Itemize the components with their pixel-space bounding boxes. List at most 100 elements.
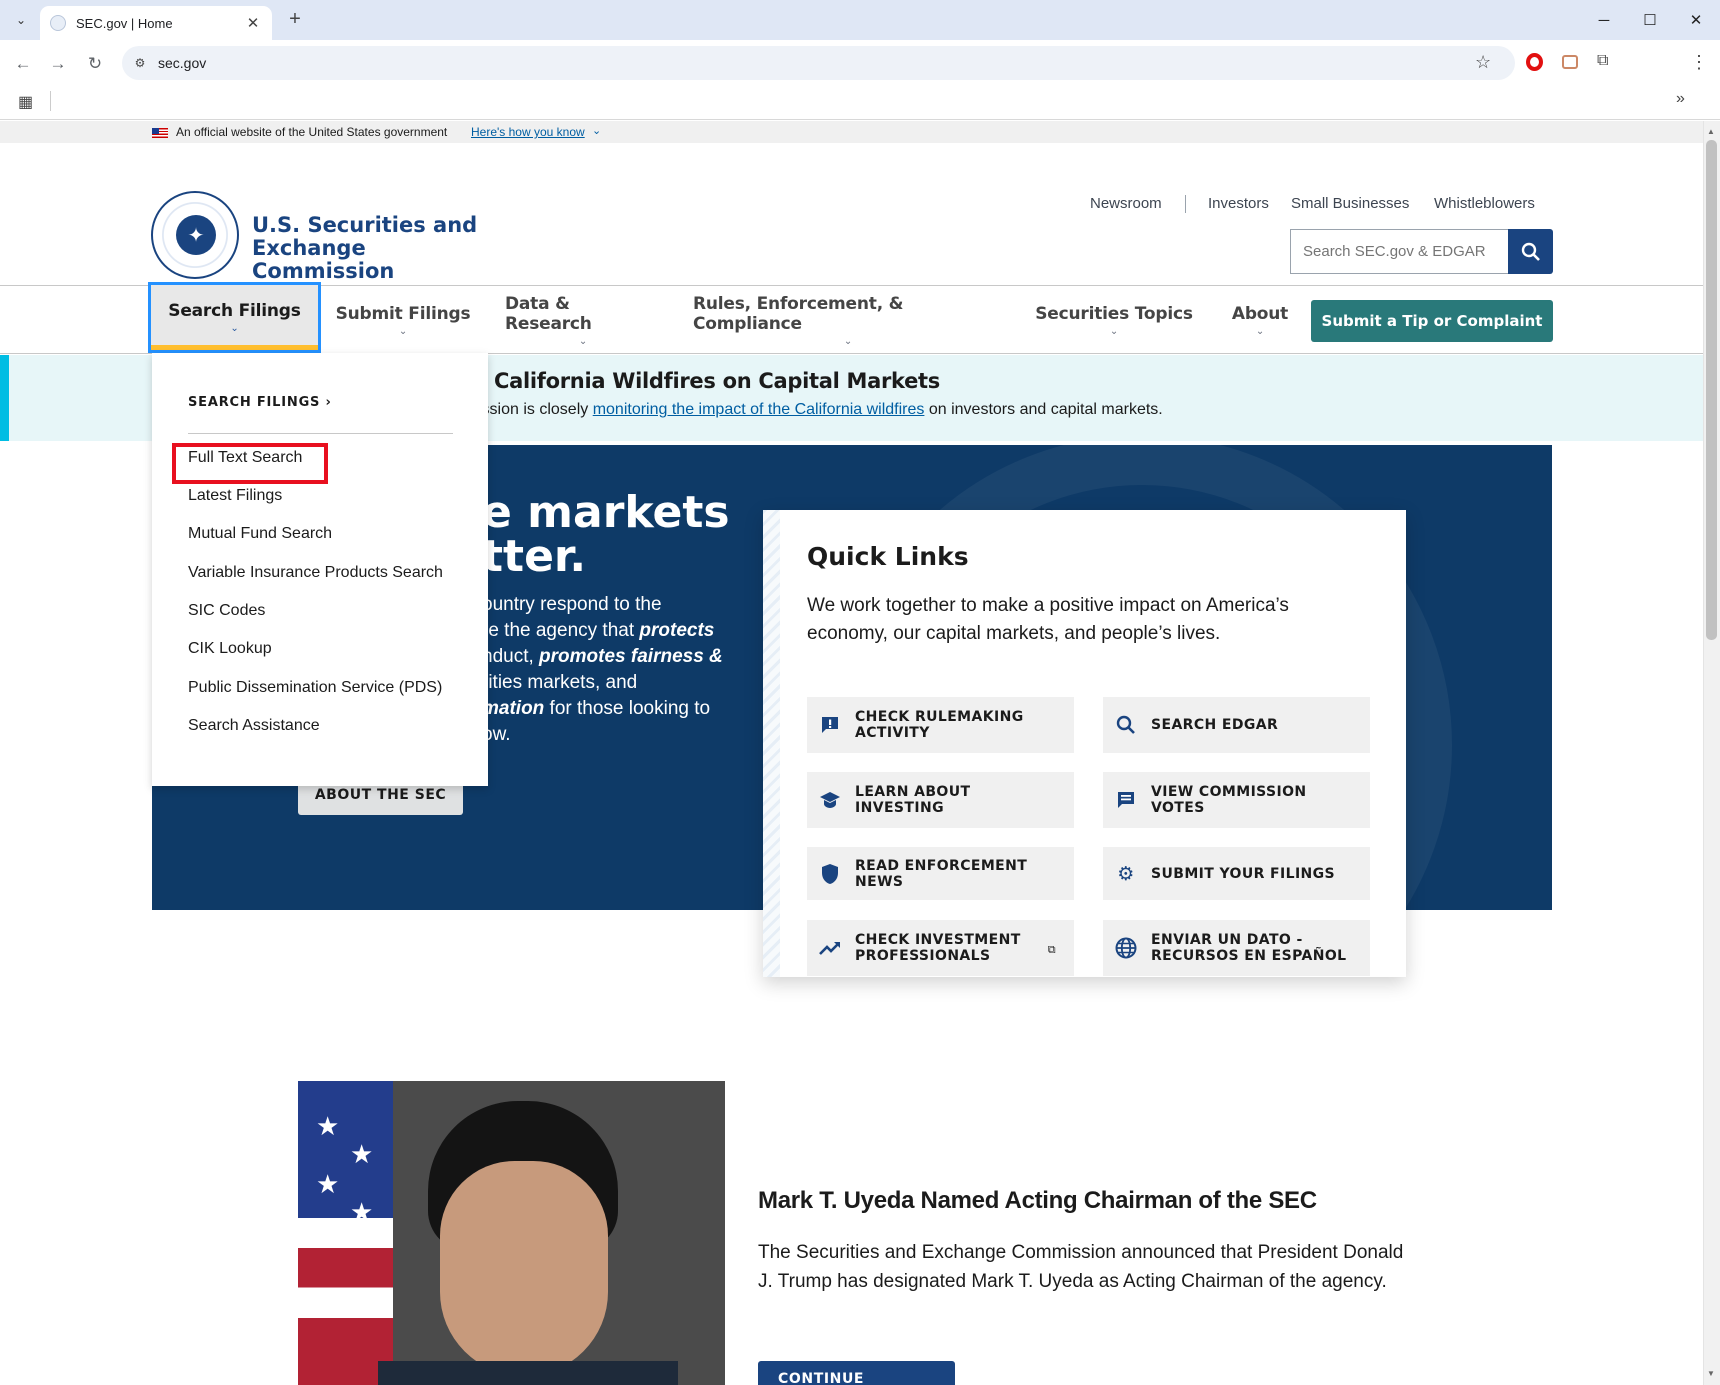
search-assistance-link[interactable]: Search Assistance (188, 717, 320, 735)
active-indicator (151, 345, 318, 350)
star-icon: ★ (350, 1139, 374, 1169)
shield-icon (818, 862, 842, 886)
close-tab-icon[interactable]: ✕ (244, 14, 262, 32)
quick-link-commission-votes[interactable]: VIEW COMMISSION VOTES (1103, 772, 1370, 828)
quick-link-learn-investing[interactable]: LEARN ABOUT INVESTING (807, 772, 1074, 828)
submit-tip-button[interactable]: Submit a Tip or Complaint (1311, 300, 1553, 342)
nav-label: About (1231, 303, 1289, 324)
forward-icon[interactable]: → (47, 53, 69, 75)
nav-securities-topics[interactable]: Securities Topics ⌄ (1033, 286, 1195, 354)
nav-data-research[interactable]: Data & Research ⌄ (505, 286, 661, 354)
whistleblowers-link[interactable]: Whistleblowers (1434, 195, 1535, 212)
address-bar[interactable] (122, 46, 1515, 80)
chevron-down-icon: ⌄ (1255, 325, 1265, 337)
site-info-icon[interactable]: ⚙ (131, 54, 149, 72)
scroll-up-icon[interactable]: ▲ (1707, 127, 1715, 136)
quick-link-label: CHECK RULEMAKING ACTIVITY (855, 709, 1024, 741)
quick-link-enforcement-news[interactable]: READ ENFORCEMENT NEWS (807, 847, 1074, 900)
quick-link-investment-professionals[interactable]: CHECK INVESTMENT PROFESSIONALS ⧉ (807, 920, 1074, 976)
nav-label: Submit Filings (335, 303, 471, 324)
search-button[interactable] (1508, 229, 1553, 274)
tab-search-icon[interactable]: ⌄ (8, 8, 34, 32)
apps-grid-icon[interactable]: ▦ (18, 92, 33, 112)
scroll-down-icon[interactable]: ▼ (1707, 1369, 1715, 1378)
star-icon: ★ (316, 1169, 340, 1199)
tab-title: SEC.gov | Home (76, 15, 173, 31)
gov-banner: An official website of the United States… (0, 121, 1703, 143)
chevron-down-icon: ⌄ (398, 325, 408, 337)
puzzle-icon[interactable]: ⧉ (1597, 52, 1608, 70)
quick-link-espanol[interactable]: ENVIAR UN DATO - RECURSOS EN ESPAÑOL (1103, 920, 1370, 976)
web-page: An official website of the United States… (0, 121, 1703, 1385)
site-title[interactable]: U.S. Securities and Exchange Commission (252, 214, 512, 283)
quick-link-label: READ ENFORCEMENT NEWS (855, 857, 1028, 890)
how-you-know-link[interactable]: Here's how you know (471, 125, 585, 139)
comment-icon (1114, 788, 1138, 812)
nav-label: Search Filings (168, 301, 301, 321)
quick-link-label: SUBMIT YOUR FILINGS (1151, 865, 1336, 882)
opera-extension-icon[interactable] (1526, 53, 1543, 71)
continue-reading-button[interactable]: CONTINUE READING (758, 1361, 955, 1385)
us-flag-icon (152, 128, 168, 138)
external-link-icon: ⧉ (1047, 943, 1056, 956)
quick-link-rulemaking[interactable]: CHECK RULEMAKING ACTIVITY (807, 697, 1074, 753)
alert-text-start: ission is closely (478, 401, 593, 418)
sec-seal-logo[interactable]: ✦ (151, 191, 239, 279)
quick-link-label: LEARN ABOUT INVESTING (855, 784, 971, 816)
menu-kebab-icon[interactable]: ⋮ (1690, 52, 1708, 73)
star-icon: ★ (350, 1197, 374, 1227)
pds-link[interactable]: Public Dissemination Service (PDS) (188, 679, 442, 697)
sec-favicon-icon (50, 15, 66, 31)
announcement-icon (818, 713, 842, 737)
site-header: ✦ U.S. Securities and Exchange Commissio… (0, 143, 1703, 286)
site-search-input[interactable] (1290, 229, 1508, 274)
nav-search-filings[interactable]: Search Filings ⌄ (148, 282, 321, 353)
reload-icon[interactable]: ↻ (84, 53, 106, 75)
cik-lookup-link[interactable]: CIK Lookup (188, 640, 272, 658)
dropdown-heading-link[interactable]: SEARCH FILINGS › (188, 395, 332, 410)
news-headline[interactable]: Mark T. Uyeda Named Acting Chairman of t… (758, 1187, 1317, 1215)
quick-link-search-edgar[interactable]: SEARCH EDGAR (1103, 697, 1370, 753)
quick-link-submit-filings[interactable]: ⚙ SUBMIT YOUR FILINGS (1103, 847, 1370, 900)
chevron-down-icon: ⌄ (230, 323, 239, 334)
extension-icon[interactable] (1562, 55, 1578, 69)
nav-label: Rules, Enforcement, & Compliance (693, 293, 904, 334)
quick-link-label: CHECK INVESTMENT PROFESSIONALS (855, 932, 1021, 964)
investors-link[interactable]: Investors (1208, 195, 1269, 212)
browser-tab[interactable]: SEC.gov | Home ✕ (40, 6, 272, 40)
search-icon (1114, 713, 1138, 737)
variable-insurance-products-link[interactable]: Variable Insurance Products Search (188, 564, 443, 582)
bookmarks-separator (50, 91, 51, 111)
bookmark-star-icon[interactable]: ☆ (1475, 52, 1491, 73)
chevron-down-icon[interactable]: ⌄ (592, 124, 601, 137)
wildfires-link[interactable]: monitoring the impact of the California … (593, 401, 925, 418)
gov-banner-text: An official website of the United States… (176, 125, 448, 139)
alert-text: ission is closely monitoring the impact … (478, 401, 1163, 419)
latest-filings-link[interactable]: Latest Filings (188, 487, 282, 505)
quick-links-title: Quick Links (807, 542, 969, 571)
quick-links-description: We work together to make a positive impa… (807, 595, 1289, 644)
minimize-icon[interactable]: ─ (1594, 10, 1614, 30)
sic-codes-link[interactable]: SIC Codes (188, 602, 265, 620)
alert-text-end: on investors and capital markets. (924, 401, 1163, 418)
dropdown-divider (188, 433, 453, 434)
close-window-icon[interactable]: ✕ (1686, 10, 1706, 30)
url-text[interactable]: sec.gov (158, 55, 206, 71)
nav-about[interactable]: About ⌄ (1222, 286, 1298, 354)
chevron-down-icon: ⌄ (578, 335, 588, 347)
nav-label: Securities Topics (1035, 303, 1193, 324)
trending-up-icon (818, 936, 842, 960)
search-filings-dropdown: SEARCH FILINGS › Full Text Search Latest… (152, 353, 488, 786)
new-tab-icon[interactable]: + (283, 8, 307, 30)
nav-submit-filings[interactable]: Submit Filings ⌄ (330, 286, 476, 354)
nav-rules-enforcement[interactable]: Rules, Enforcement, & Compliance ⌄ (693, 286, 1003, 354)
scrollbar-thumb[interactable] (1706, 140, 1717, 640)
flag-backdrop (298, 1081, 393, 1385)
back-icon[interactable]: ← (12, 53, 34, 75)
bookmarks-overflow-icon[interactable]: » (1676, 90, 1685, 108)
mutual-fund-search-link[interactable]: Mutual Fund Search (188, 525, 332, 543)
main-navigation: Search Filings ⌄ Submit Filings ⌄ Data &… (0, 282, 1703, 354)
small-businesses-link[interactable]: Small Businesses (1291, 195, 1409, 212)
newsroom-link[interactable]: Newsroom (1090, 195, 1162, 212)
maximize-icon[interactable]: ☐ (1640, 10, 1660, 30)
